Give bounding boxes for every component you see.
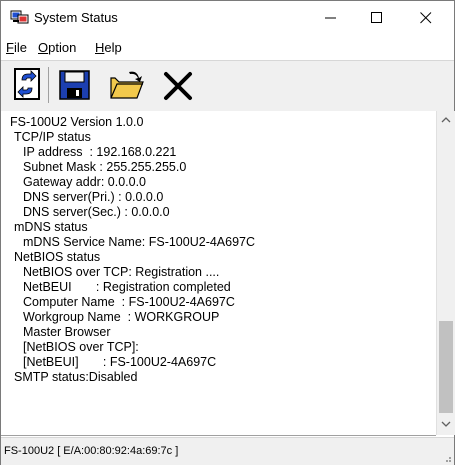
status-line-netbios-header: NetBIOS status	[14, 250, 101, 264]
scrollbar-thumb[interactable]	[439, 321, 453, 413]
status-line-master-browser: Master Browser	[23, 325, 111, 339]
open-folder-icon	[110, 71, 144, 99]
status-line-ip-address: IP address : 192.168.0.221	[23, 145, 177, 159]
menu-bar: File Option Help	[1, 37, 454, 57]
window-title: System Status	[34, 10, 118, 25]
menu-option[interactable]: Option	[38, 40, 76, 55]
toolbar	[1, 60, 454, 112]
status-line-smtp: SMTP status:Disabled	[14, 370, 138, 384]
computers-app-icon	[10, 10, 29, 24]
status-bar-text: FS-100U2 [ E/A:00:80:92:4a:69:7c ]	[4, 445, 179, 457]
delete-x-icon	[164, 72, 192, 100]
status-line-dns-primary: DNS server(Pri.) : 0.0.0.0	[23, 190, 164, 204]
status-line-netbios-tcp: NetBIOS over TCP: Registration ....	[23, 265, 220, 279]
status-line-dns-secondary: DNS server(Sec.) : 0.0.0.0	[23, 205, 170, 219]
status-line-gateway: Gateway addr: 0.0.0.0	[23, 175, 146, 189]
refresh-button[interactable]	[12, 66, 50, 104]
status-line-version: FS-100U2 Version 1.0.0	[10, 115, 144, 129]
save-disk-icon	[59, 70, 90, 100]
status-line-mdns-header: mDNS status	[14, 220, 88, 234]
status-line-mdns-service: mDNS Service Name: FS-100U2-4A697C	[23, 235, 256, 249]
status-line-tcpip-header: TCP/IP status	[14, 130, 91, 144]
status-line-subnet-mask: Subnet Mask : 255.255.255.0	[23, 160, 187, 174]
system-status-window: System Status File Option Help FS-100U2 …	[0, 0, 455, 465]
maximize-icon	[371, 12, 382, 23]
status-text-area[interactable]: FS-100U2 Version 1.0.0 TCP/IP status IP …	[1, 111, 436, 436]
open-folder-button[interactable]	[109, 66, 147, 104]
delete-button[interactable]	[159, 66, 197, 104]
menu-file[interactable]: File	[6, 40, 27, 55]
menu-help[interactable]: Help	[95, 40, 122, 55]
status-line-workgroup: Workgroup Name : WORKGROUP	[23, 310, 220, 324]
status-line-computer-name: Computer Name : FS-100U2-4A697C	[23, 295, 235, 309]
scroll-down-arrow-icon[interactable]	[441, 419, 451, 429]
save-button[interactable]	[56, 66, 94, 104]
minimize-icon	[325, 17, 336, 19]
minimize-button[interactable]	[308, 1, 354, 35]
maximize-button[interactable]	[354, 1, 400, 35]
status-line-netbeui: NetBEUI : Registration completed	[23, 280, 231, 294]
status-line-master-netbios-tcp: [NetBIOS over TCP]:	[23, 340, 139, 354]
vertical-scrollbar[interactable]	[436, 111, 455, 435]
title-bar[interactable]: System Status	[1, 1, 454, 35]
scroll-up-arrow-icon[interactable]	[441, 115, 451, 125]
refresh-icon	[14, 68, 40, 100]
close-icon	[420, 12, 432, 24]
status-bar: FS-100U2 [ E/A:00:80:92:4a:69:7c ]	[1, 437, 454, 465]
close-button[interactable]	[403, 1, 449, 35]
resize-grip-icon[interactable]	[442, 453, 452, 463]
toolbar-separator	[48, 67, 49, 103]
status-line-master-netbeui: [NetBEUI] : FS-100U2-4A697C	[23, 355, 217, 369]
